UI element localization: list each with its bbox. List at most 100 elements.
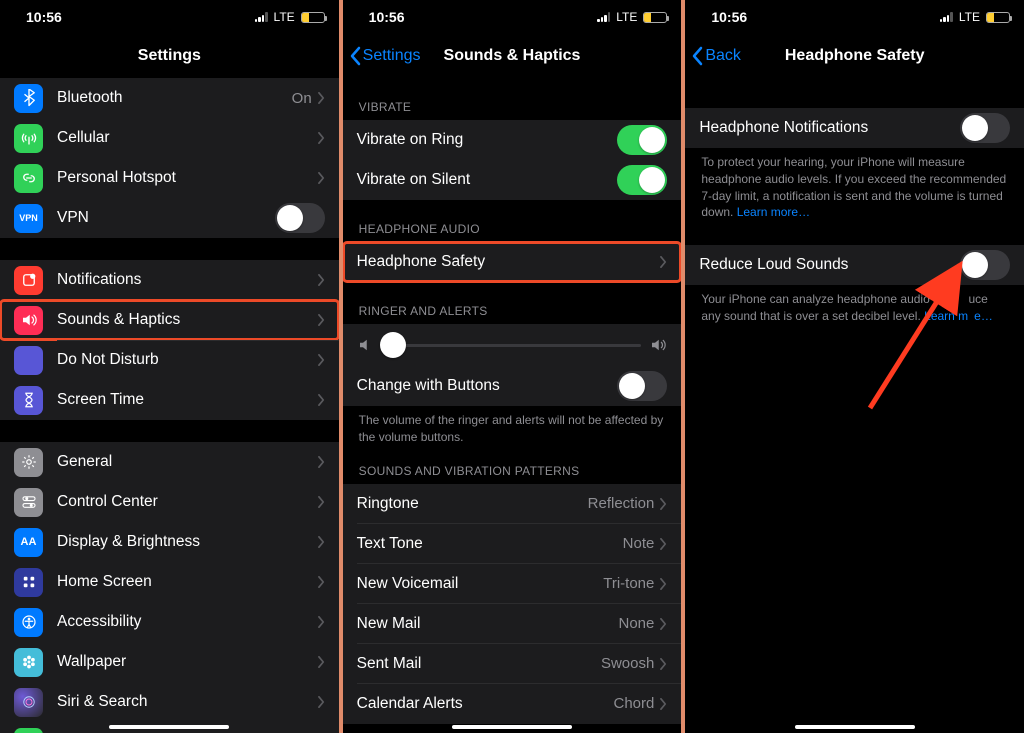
chevron-right-icon — [318, 696, 325, 708]
row-ringtone[interactable]: Ringtone Reflection — [343, 484, 682, 524]
row-vibrate-ring[interactable]: Vibrate on Ring — [343, 120, 682, 160]
row-sentmail[interactable]: Sent Mail Swoosh — [343, 644, 682, 684]
chevron-right-icon — [660, 698, 667, 710]
volume-low-icon — [357, 336, 375, 354]
row-calendar[interactable]: Calendar Alerts Chord — [343, 684, 682, 724]
chevron-right-icon — [318, 536, 325, 548]
label: Notifications — [57, 271, 318, 289]
siri-icon — [14, 688, 43, 717]
battery-icon — [301, 12, 325, 23]
row-headphone-safety[interactable]: Headphone Safety — [343, 242, 682, 282]
label: Screen Time — [57, 391, 318, 409]
vpn-toggle[interactable] — [275, 203, 325, 233]
chevron-right-icon — [318, 576, 325, 588]
chevron-right-icon — [660, 658, 667, 670]
label: Do Not Disturb — [57, 351, 318, 369]
phone-settings: 10:56 LTE Settings Bluetooth On — [0, 0, 339, 733]
time: 10:56 — [26, 9, 62, 25]
status-bar: 10:56 LTE — [685, 0, 1024, 34]
volume-slider[interactable] — [383, 344, 642, 347]
label: Bluetooth — [57, 89, 292, 107]
home-indicator[interactable] — [109, 725, 229, 729]
row-hotspot[interactable]: Personal Hotspot — [0, 158, 339, 198]
header-vibrate: VIBRATE — [343, 78, 682, 120]
label: General — [57, 453, 318, 471]
footer-notifications: To protect your hearing, your iPhone wil… — [685, 148, 1024, 225]
home-indicator[interactable] — [795, 725, 915, 729]
chevron-right-icon — [318, 456, 325, 468]
row-homescreen[interactable]: Home Screen — [0, 562, 339, 602]
speaker-icon — [14, 306, 43, 335]
row-vibrate-silent[interactable]: Vibrate on Silent — [343, 160, 682, 200]
toggle-change-buttons[interactable] — [617, 371, 667, 401]
footer-ringer: The volume of the ringer and alerts will… — [343, 406, 682, 450]
home-indicator[interactable] — [452, 725, 572, 729]
chevron-right-icon — [318, 314, 325, 326]
row-cellular[interactable]: Cellular — [0, 118, 339, 158]
row-siri[interactable]: Siri & Search — [0, 682, 339, 722]
label: VPN — [57, 209, 275, 227]
grid-icon — [14, 568, 43, 597]
label: Calendar Alerts — [357, 695, 614, 713]
label: Personal Hotspot — [57, 169, 318, 187]
value: Reflection — [588, 495, 655, 512]
back-button[interactable]: Settings — [349, 34, 421, 77]
gear-icon — [14, 448, 43, 477]
status-bar: 10:56 LTE — [343, 0, 682, 34]
label: Vibrate on Silent — [357, 171, 618, 189]
row-sounds-haptics[interactable]: Sounds & Haptics — [0, 300, 339, 340]
row-accessibility[interactable]: Accessibility — [0, 602, 339, 642]
label: Home Screen — [57, 573, 318, 591]
row-bluetooth[interactable]: Bluetooth On — [0, 78, 339, 118]
row-reduce-loud-sounds[interactable]: Reduce Loud Sounds — [685, 245, 1024, 285]
network-label: LTE — [616, 10, 637, 24]
flower-icon — [14, 648, 43, 677]
headphone-safety-list[interactable]: Headphone Notifications To protect your … — [685, 78, 1024, 733]
value: Tri-tone — [603, 575, 654, 592]
moon-icon — [14, 346, 43, 375]
toggle-vibrate-silent[interactable] — [617, 165, 667, 195]
settings-list[interactable]: Bluetooth On Cellular Personal Hotspot V… — [0, 78, 339, 733]
row-wallpaper[interactable]: Wallpaper — [0, 642, 339, 682]
antenna-icon — [14, 124, 43, 153]
back-button[interactable]: Back — [691, 34, 741, 77]
back-label: Settings — [363, 47, 421, 65]
row-headphone-notifications[interactable]: Headphone Notifications — [685, 108, 1024, 148]
label: New Voicemail — [357, 575, 604, 593]
toggle-headphone-notifications[interactable] — [960, 113, 1010, 143]
label: Wallpaper — [57, 653, 318, 671]
value: Chord — [613, 695, 654, 712]
volume-high-icon — [649, 336, 667, 354]
link-icon — [14, 164, 43, 193]
sounds-list[interactable]: VIBRATE Vibrate on Ring Vibrate on Silen… — [343, 78, 682, 733]
row-control-center[interactable]: Control Center — [0, 482, 339, 522]
value: None — [618, 615, 654, 632]
row-display[interactable]: AA Display & Brightness — [0, 522, 339, 562]
toggle-reduce-loud-sounds[interactable] — [960, 250, 1010, 280]
chevron-left-icon — [349, 45, 363, 67]
signal-icon — [597, 12, 610, 22]
value: Note — [623, 535, 655, 552]
chevron-right-icon — [318, 274, 325, 286]
toggle-vibrate-ring[interactable] — [617, 125, 667, 155]
signal-icon — [255, 12, 268, 22]
row-vpn[interactable]: VPN VPN — [0, 198, 339, 238]
status-bar: 10:56 LTE — [0, 0, 339, 34]
row-newmail[interactable]: New Mail None — [343, 604, 682, 644]
row-voicemail[interactable]: New Voicemail Tri-tone — [343, 564, 682, 604]
label: Headphone Safety — [357, 253, 661, 271]
learn-more-link-2[interactable]: Learn mxe… — [924, 309, 993, 323]
nav-bar: Back Headphone Safety — [685, 34, 1024, 78]
row-dnd[interactable]: Do Not Disturb — [0, 340, 339, 380]
row-change-buttons[interactable]: Change with Buttons — [343, 366, 682, 406]
label: Text Tone — [357, 535, 623, 553]
row-notifications[interactable]: Notifications — [0, 260, 339, 300]
row-general[interactable]: General — [0, 442, 339, 482]
bluetooth-icon — [14, 84, 43, 113]
row-screentime[interactable]: Screen Time — [0, 380, 339, 420]
page-title: Headphone Safety — [785, 47, 925, 65]
label: Display & Brightness — [57, 533, 318, 551]
learn-more-link[interactable]: Learn more… — [737, 205, 810, 219]
chevron-right-icon — [660, 618, 667, 630]
row-texttone[interactable]: Text Tone Note — [343, 524, 682, 564]
